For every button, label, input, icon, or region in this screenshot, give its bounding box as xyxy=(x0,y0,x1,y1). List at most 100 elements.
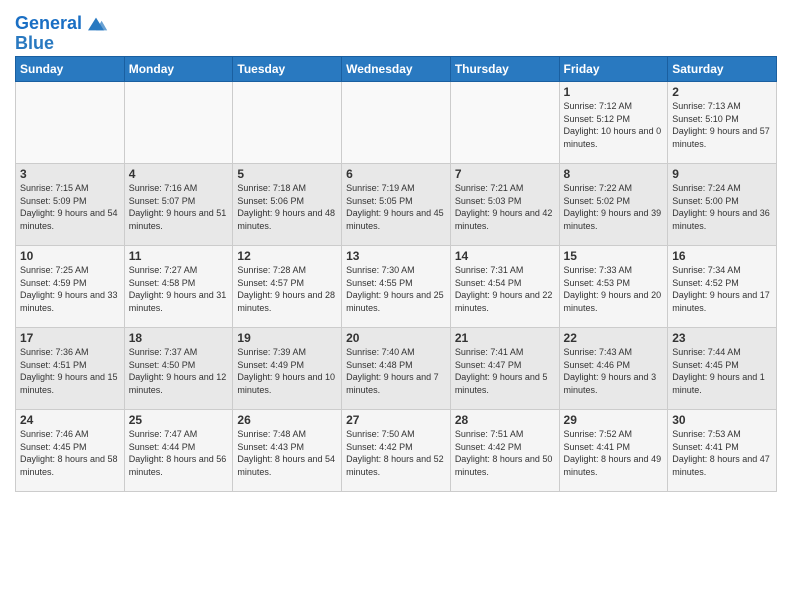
day-number: 11 xyxy=(129,249,229,263)
day-number: 13 xyxy=(346,249,446,263)
day-number: 3 xyxy=(20,167,120,181)
calendar-cell: 19Sunrise: 7:39 AM Sunset: 4:49 PM Dayli… xyxy=(233,328,342,410)
day-number: 29 xyxy=(564,413,664,427)
day-header-wednesday: Wednesday xyxy=(342,57,451,82)
day-header-thursday: Thursday xyxy=(450,57,559,82)
calendar-table: SundayMondayTuesdayWednesdayThursdayFrid… xyxy=(15,56,777,492)
calendar-cell: 11Sunrise: 7:27 AM Sunset: 4:58 PM Dayli… xyxy=(124,246,233,328)
logo-text: General xyxy=(15,14,82,34)
calendar-cell: 15Sunrise: 7:33 AM Sunset: 4:53 PM Dayli… xyxy=(559,246,668,328)
day-number: 1 xyxy=(564,85,664,99)
calendar-cell: 29Sunrise: 7:52 AM Sunset: 4:41 PM Dayli… xyxy=(559,410,668,492)
calendar-cell: 4Sunrise: 7:16 AM Sunset: 5:07 PM Daylig… xyxy=(124,164,233,246)
day-header-tuesday: Tuesday xyxy=(233,57,342,82)
day-info: Sunrise: 7:36 AM Sunset: 4:51 PM Dayligh… xyxy=(20,346,120,396)
day-header-sunday: Sunday xyxy=(16,57,125,82)
day-info: Sunrise: 7:39 AM Sunset: 4:49 PM Dayligh… xyxy=(237,346,337,396)
day-info: Sunrise: 7:47 AM Sunset: 4:44 PM Dayligh… xyxy=(129,428,229,478)
calendar-cell: 24Sunrise: 7:46 AM Sunset: 4:45 PM Dayli… xyxy=(16,410,125,492)
logo-icon xyxy=(84,14,108,34)
calendar-cell: 30Sunrise: 7:53 AM Sunset: 4:41 PM Dayli… xyxy=(668,410,777,492)
day-info: Sunrise: 7:48 AM Sunset: 4:43 PM Dayligh… xyxy=(237,428,337,478)
day-info: Sunrise: 7:28 AM Sunset: 4:57 PM Dayligh… xyxy=(237,264,337,314)
calendar-cell: 21Sunrise: 7:41 AM Sunset: 4:47 PM Dayli… xyxy=(450,328,559,410)
day-info: Sunrise: 7:50 AM Sunset: 4:42 PM Dayligh… xyxy=(346,428,446,478)
day-info: Sunrise: 7:44 AM Sunset: 4:45 PM Dayligh… xyxy=(672,346,772,396)
calendar-cell xyxy=(342,82,451,164)
day-info: Sunrise: 7:18 AM Sunset: 5:06 PM Dayligh… xyxy=(237,182,337,232)
day-info: Sunrise: 7:21 AM Sunset: 5:03 PM Dayligh… xyxy=(455,182,555,232)
day-number: 28 xyxy=(455,413,555,427)
page-container: General Blue SundayMondayTuesdayWednesda… xyxy=(0,0,792,497)
day-number: 5 xyxy=(237,167,337,181)
calendar-cell: 3Sunrise: 7:15 AM Sunset: 5:09 PM Daylig… xyxy=(16,164,125,246)
calendar-cell xyxy=(450,82,559,164)
day-info: Sunrise: 7:13 AM Sunset: 5:10 PM Dayligh… xyxy=(672,100,772,150)
day-info: Sunrise: 7:24 AM Sunset: 5:00 PM Dayligh… xyxy=(672,182,772,232)
calendar-cell: 9Sunrise: 7:24 AM Sunset: 5:00 PM Daylig… xyxy=(668,164,777,246)
day-info: Sunrise: 7:19 AM Sunset: 5:05 PM Dayligh… xyxy=(346,182,446,232)
day-header-monday: Monday xyxy=(124,57,233,82)
calendar-cell: 25Sunrise: 7:47 AM Sunset: 4:44 PM Dayli… xyxy=(124,410,233,492)
day-number: 2 xyxy=(672,85,772,99)
day-info: Sunrise: 7:12 AM Sunset: 5:12 PM Dayligh… xyxy=(564,100,664,150)
day-info: Sunrise: 7:27 AM Sunset: 4:58 PM Dayligh… xyxy=(129,264,229,314)
calendar-cell xyxy=(233,82,342,164)
day-header-friday: Friday xyxy=(559,57,668,82)
day-info: Sunrise: 7:53 AM Sunset: 4:41 PM Dayligh… xyxy=(672,428,772,478)
day-number: 26 xyxy=(237,413,337,427)
day-number: 27 xyxy=(346,413,446,427)
day-info: Sunrise: 7:51 AM Sunset: 4:42 PM Dayligh… xyxy=(455,428,555,478)
day-info: Sunrise: 7:15 AM Sunset: 5:09 PM Dayligh… xyxy=(20,182,120,232)
day-number: 16 xyxy=(672,249,772,263)
day-info: Sunrise: 7:33 AM Sunset: 4:53 PM Dayligh… xyxy=(564,264,664,314)
day-number: 22 xyxy=(564,331,664,345)
day-info: Sunrise: 7:52 AM Sunset: 4:41 PM Dayligh… xyxy=(564,428,664,478)
calendar-cell: 20Sunrise: 7:40 AM Sunset: 4:48 PM Dayli… xyxy=(342,328,451,410)
calendar-cell: 12Sunrise: 7:28 AM Sunset: 4:57 PM Dayli… xyxy=(233,246,342,328)
day-number: 18 xyxy=(129,331,229,345)
day-number: 14 xyxy=(455,249,555,263)
day-header-saturday: Saturday xyxy=(668,57,777,82)
day-number: 25 xyxy=(129,413,229,427)
day-info: Sunrise: 7:46 AM Sunset: 4:45 PM Dayligh… xyxy=(20,428,120,478)
day-number: 21 xyxy=(455,331,555,345)
logo-blue: Blue xyxy=(15,34,108,52)
week-row-2: 3Sunrise: 7:15 AM Sunset: 5:09 PM Daylig… xyxy=(16,164,777,246)
day-info: Sunrise: 7:43 AM Sunset: 4:46 PM Dayligh… xyxy=(564,346,664,396)
day-number: 10 xyxy=(20,249,120,263)
calendar-cell: 7Sunrise: 7:21 AM Sunset: 5:03 PM Daylig… xyxy=(450,164,559,246)
calendar-cell: 16Sunrise: 7:34 AM Sunset: 4:52 PM Dayli… xyxy=(668,246,777,328)
header-row: SundayMondayTuesdayWednesdayThursdayFrid… xyxy=(16,57,777,82)
day-number: 8 xyxy=(564,167,664,181)
day-info: Sunrise: 7:40 AM Sunset: 4:48 PM Dayligh… xyxy=(346,346,446,396)
calendar-cell: 6Sunrise: 7:19 AM Sunset: 5:05 PM Daylig… xyxy=(342,164,451,246)
calendar-cell: 27Sunrise: 7:50 AM Sunset: 4:42 PM Dayli… xyxy=(342,410,451,492)
calendar-cell: 18Sunrise: 7:37 AM Sunset: 4:50 PM Dayli… xyxy=(124,328,233,410)
calendar-cell: 22Sunrise: 7:43 AM Sunset: 4:46 PM Dayli… xyxy=(559,328,668,410)
day-info: Sunrise: 7:30 AM Sunset: 4:55 PM Dayligh… xyxy=(346,264,446,314)
calendar-cell: 2Sunrise: 7:13 AM Sunset: 5:10 PM Daylig… xyxy=(668,82,777,164)
week-row-4: 17Sunrise: 7:36 AM Sunset: 4:51 PM Dayli… xyxy=(16,328,777,410)
day-info: Sunrise: 7:31 AM Sunset: 4:54 PM Dayligh… xyxy=(455,264,555,314)
day-number: 9 xyxy=(672,167,772,181)
week-row-3: 10Sunrise: 7:25 AM Sunset: 4:59 PM Dayli… xyxy=(16,246,777,328)
calendar-cell: 13Sunrise: 7:30 AM Sunset: 4:55 PM Dayli… xyxy=(342,246,451,328)
day-info: Sunrise: 7:37 AM Sunset: 4:50 PM Dayligh… xyxy=(129,346,229,396)
day-number: 4 xyxy=(129,167,229,181)
day-info: Sunrise: 7:22 AM Sunset: 5:02 PM Dayligh… xyxy=(564,182,664,232)
calendar-cell: 26Sunrise: 7:48 AM Sunset: 4:43 PM Dayli… xyxy=(233,410,342,492)
week-row-5: 24Sunrise: 7:46 AM Sunset: 4:45 PM Dayli… xyxy=(16,410,777,492)
day-number: 17 xyxy=(20,331,120,345)
calendar-cell xyxy=(16,82,125,164)
day-number: 19 xyxy=(237,331,337,345)
day-info: Sunrise: 7:25 AM Sunset: 4:59 PM Dayligh… xyxy=(20,264,120,314)
header: General Blue xyxy=(15,10,777,52)
day-number: 15 xyxy=(564,249,664,263)
day-number: 24 xyxy=(20,413,120,427)
day-number: 20 xyxy=(346,331,446,345)
day-info: Sunrise: 7:16 AM Sunset: 5:07 PM Dayligh… xyxy=(129,182,229,232)
calendar-cell: 23Sunrise: 7:44 AM Sunset: 4:45 PM Dayli… xyxy=(668,328,777,410)
calendar-cell: 10Sunrise: 7:25 AM Sunset: 4:59 PM Dayli… xyxy=(16,246,125,328)
day-number: 6 xyxy=(346,167,446,181)
